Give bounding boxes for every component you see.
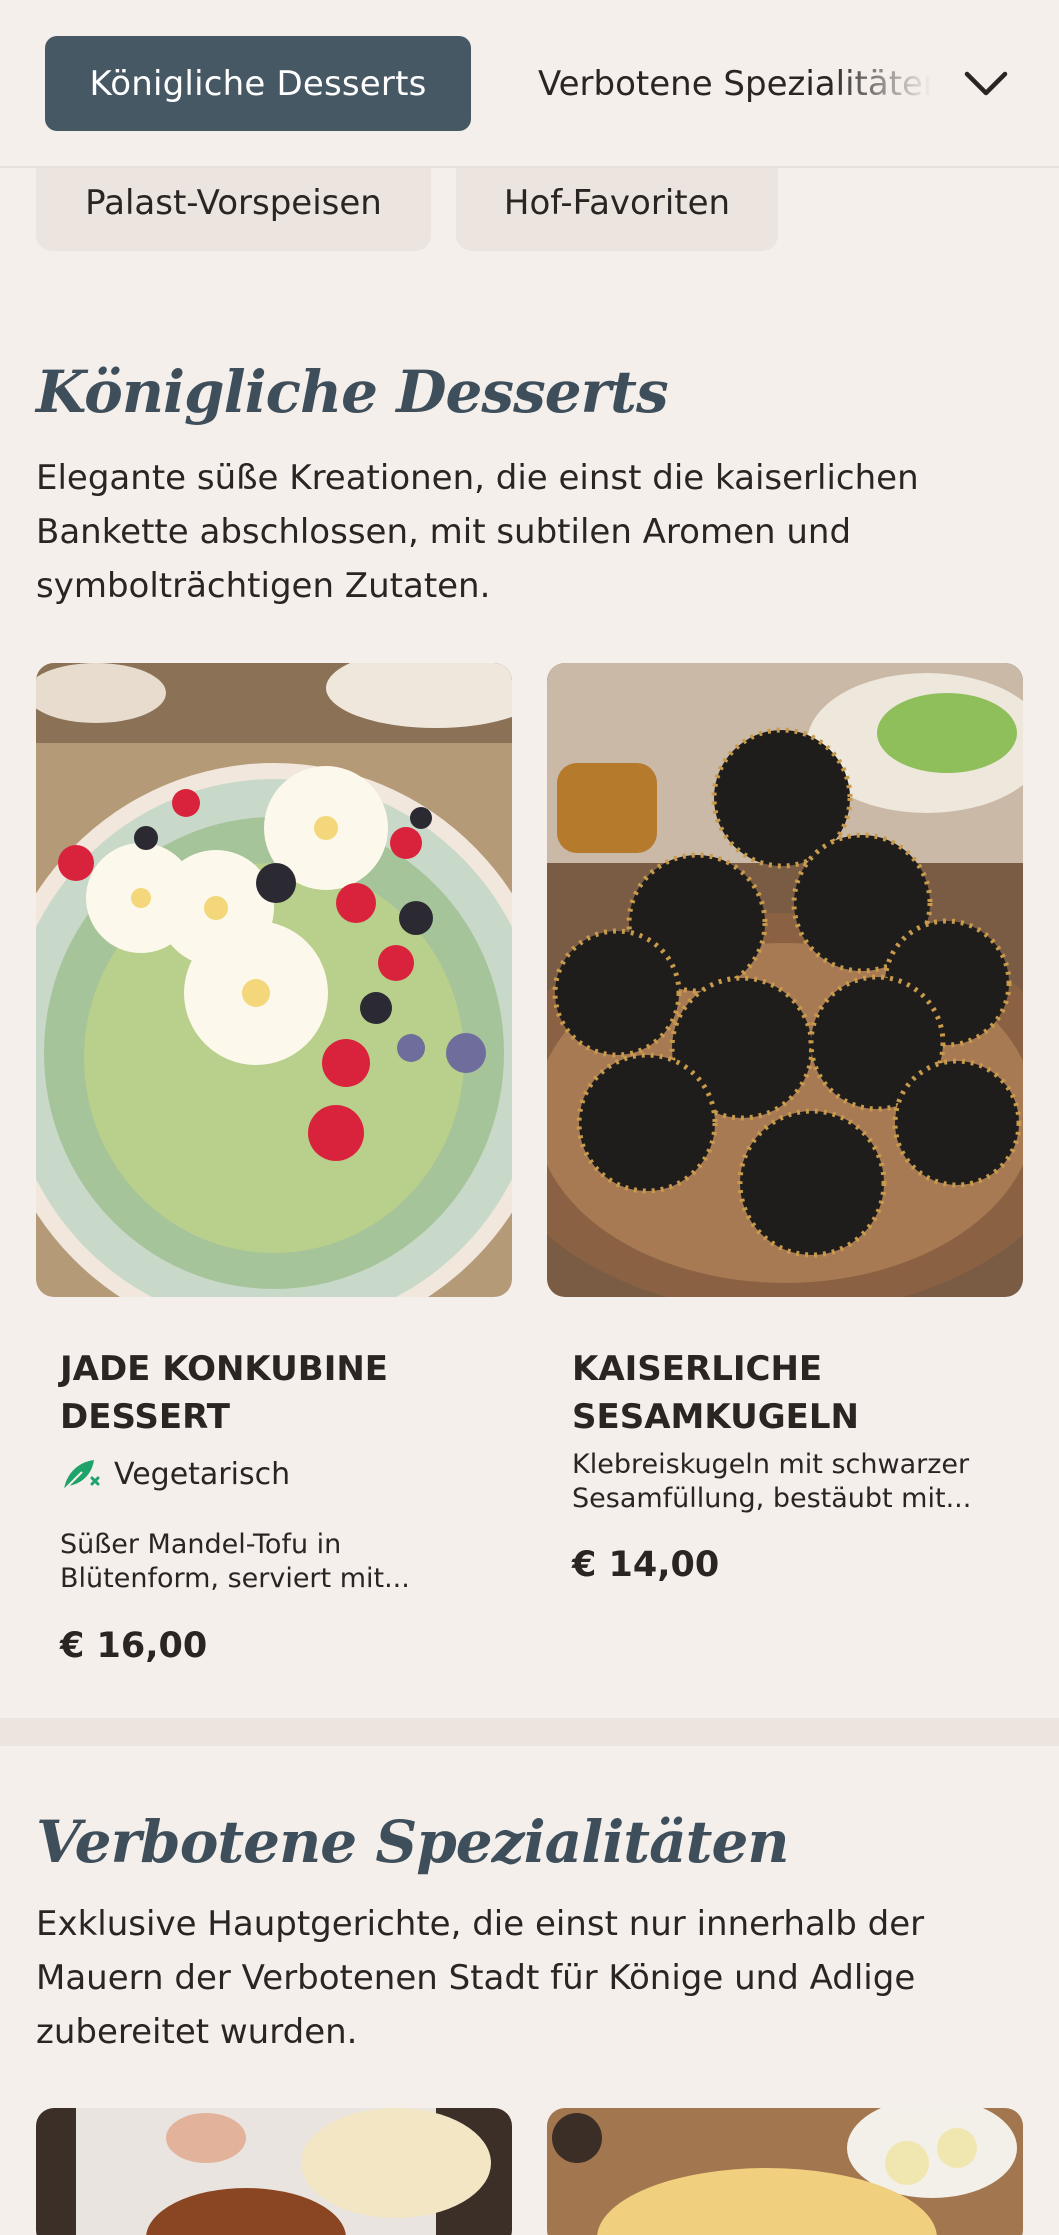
tab-label: Königliche Desserts	[89, 63, 427, 104]
dish-description: Süßer Mandel-Tofu in Blütenform, servier…	[60, 1528, 500, 1596]
description-line: Sesamfüllung, bestäubt mit...	[572, 1483, 972, 1514]
dish-price: € 14,00	[572, 1545, 720, 1585]
dish-title-line: DESSERT	[60, 1397, 230, 1437]
dish-description: Klebreiskugeln mit schwarzer Sesamfüllun…	[572, 1448, 1012, 1516]
tab-overflow-fade	[830, 30, 950, 138]
badge-label: Vegetarisch	[114, 1456, 291, 1492]
description-line: Blütenform, serviert mit...	[60, 1563, 410, 1594]
category-tab-bar: Königliche Desserts Verbotene Spezialitä…	[0, 0, 1059, 168]
tab-label: Palast-Vorspeisen	[85, 183, 382, 223]
section-title: Verbotene Spezialitäten	[36, 1808, 790, 1876]
section-description: Elegante süße Kreationen, die einst die …	[36, 458, 919, 606]
dish-image-sesamkugeln[interactable]	[547, 663, 1023, 1297]
section-title: Königliche Desserts	[36, 358, 669, 426]
dish-title-line: KAISERLICHE	[572, 1349, 823, 1389]
vegetarian-badge: Vegetarisch	[60, 1456, 290, 1492]
leaf-icon	[63, 1460, 100, 1491]
description-line: Klebreiskugeln mit schwarzer	[572, 1449, 970, 1480]
description-line: Süßer Mandel-Tofu in	[60, 1529, 342, 1560]
dessert-photo	[36, 663, 512, 1297]
chevron-down-icon	[964, 71, 1008, 96]
tab-label: Hof-Favoriten	[503, 183, 731, 223]
sesame-balls-photo	[547, 663, 1023, 1297]
dish-title-line: JADE KONKUBINE	[60, 1349, 389, 1389]
dish-title[interactable]: JADE KONKUBINE DESSERT	[60, 1345, 500, 1441]
dish-title-line: SESAMKUGELN	[572, 1397, 859, 1437]
expand-categories-button[interactable]	[950, 48, 1022, 120]
dish-photo	[36, 2108, 512, 2235]
dish-title[interactable]: KAISERLICHE SESAMKUGELN	[572, 1345, 1012, 1441]
dish-photo	[547, 2108, 1023, 2235]
dish-image[interactable]	[36, 2108, 512, 2235]
section-description: Exklusive Hauptgerichte, die einst nur i…	[36, 1904, 925, 2052]
dish-image-jade-konkubine[interactable]	[36, 663, 512, 1297]
dish-image[interactable]	[547, 2108, 1023, 2235]
dish-price: € 16,00	[60, 1626, 208, 1666]
section-divider	[0, 1718, 1059, 1746]
tab-koenigliche-desserts[interactable]: Königliche Desserts	[45, 36, 471, 131]
